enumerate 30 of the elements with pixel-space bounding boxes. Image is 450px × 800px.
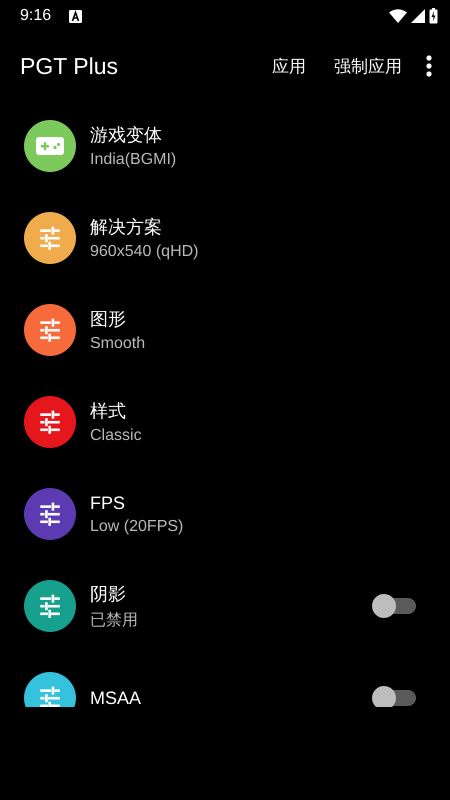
toolbar-action[interactable]: 应用 [264,48,314,84]
setting-title: 样式 [90,400,127,423]
setting-icon-circle[interactable] [24,212,76,264]
status-time: 9:16 [20,7,52,25]
setting-icon-circle[interactable] [24,396,76,448]
setting-icon-circle[interactable] [24,304,76,356]
setting-title: MSAA [90,688,142,707]
setting-value: Smooth [90,335,146,353]
app-title: PGT Plus [20,52,119,80]
setting-value: 已禁用 [90,610,139,630]
setting-title: 解决方案 [90,216,163,239]
setting-title: 游戏变体 [90,124,163,147]
setting-value: 960x540 (qHD) [90,243,200,261]
setting-title: 图形 [90,308,127,331]
notification-icon [69,10,82,22]
setting-title: FPS [90,492,126,514]
setting-icon-circle[interactable] [24,580,76,632]
toolbar-action[interactable]: 强制应用 [326,48,410,84]
wifi-icon [389,9,407,23]
setting-value: Low (20FPS) [90,518,184,536]
setting-value: India(BGMI) [90,151,178,169]
gamepad-icon [36,137,64,155]
toggle-switch[interactable] [372,684,416,707]
setting-icon-circle[interactable] [24,488,76,540]
battery-charging-icon [429,8,438,24]
toggle-switch[interactable] [372,592,416,620]
setting-title: 阴影 [90,582,127,606]
setting-icon-circle[interactable] [24,120,76,172]
signal-icon [411,9,425,23]
setting-value: Classic [90,427,143,445]
